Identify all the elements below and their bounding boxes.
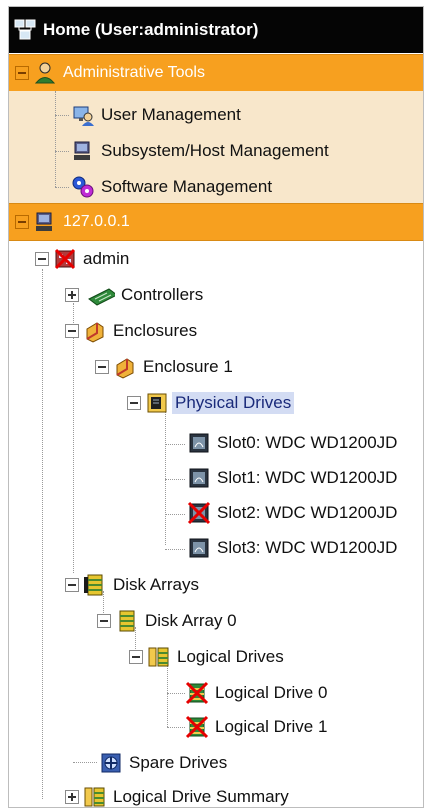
physical-drives-expander[interactable]	[127, 396, 141, 410]
enclosure-icon	[86, 322, 104, 343]
tree-node-logical-drives[interactable]: Logical Drives	[129, 641, 284, 673]
logical-drive-1-label: Logical Drive 1	[215, 717, 328, 736]
enclosure-1-label: Enclosure 1	[143, 357, 233, 376]
tree-node-controllers[interactable]: Controllers	[65, 279, 203, 311]
disk-arrays-label: Disk Arrays	[113, 575, 199, 594]
slot-1-label: Slot1: WDC WD1200JD	[217, 468, 398, 487]
logical-drive-summary-label: Logical Drive Summary	[113, 787, 289, 806]
slot-3-label: Slot3: WDC WD1200JD	[217, 538, 398, 557]
admin-tools-label: Administrative Tools	[63, 64, 205, 81]
host-label: 127.0.0.1	[63, 213, 130, 230]
slot-2-label: Slot2: WDC WD1200JD	[217, 503, 398, 522]
software-management-item[interactable]: Software Management	[71, 171, 272, 203]
admin-tools-bar[interactable]: Administrative Tools	[9, 54, 423, 92]
disk-array-0-expander[interactable]	[97, 614, 111, 628]
user-management-icon	[73, 106, 94, 126]
host-bar[interactable]: 127.0.0.1	[9, 203, 423, 241]
logical-drives-label: Logical Drives	[177, 647, 284, 666]
host-computer-icon	[36, 212, 52, 231]
slot-0-label: Slot0: WDC WD1200JD	[217, 433, 398, 452]
enclosures-label: Enclosures	[113, 321, 198, 340]
controller-board-icon	[88, 288, 115, 306]
tree-node-disk-array-0[interactable]: Disk Array 0	[97, 605, 237, 637]
administrator-user-icon	[34, 62, 56, 84]
subsystem-host-management-label: Subsystem/Host Management	[101, 141, 329, 160]
host-expander[interactable]	[15, 215, 29, 229]
tree-node-enclosures[interactable]: Enclosures	[65, 315, 197, 347]
user-management-label: User Management	[101, 105, 241, 124]
logical-drives-icon	[148, 647, 169, 667]
controllers-label: Controllers	[121, 285, 204, 304]
admin-tools-expander[interactable]	[15, 66, 29, 80]
software-management-label: Software Management	[101, 177, 273, 196]
disk-array-icon	[119, 610, 135, 632]
logical-drive-error-icon	[185, 681, 209, 705]
logical-drive-summary-expander[interactable]	[65, 790, 79, 804]
hard-drive-icon	[189, 433, 209, 453]
tree-node-logical-drive-0[interactable]: Logical Drive 0	[185, 677, 327, 709]
enclosure-1-expander[interactable]	[95, 360, 109, 374]
tree-node-logical-drive-1[interactable]: Logical Drive 1	[185, 711, 327, 743]
admin-tools-panel: User Management Subsystem/Host Managemen…	[9, 91, 423, 203]
hard-drive-icon	[189, 538, 209, 558]
physical-drives-icon	[147, 393, 167, 413]
disk-arrays-expander[interactable]	[65, 578, 79, 592]
disk-array-0-label: Disk Array 0	[145, 611, 237, 630]
hard-drive-error-icon	[187, 501, 211, 525]
tree-node-disk-arrays[interactable]: Disk Arrays	[65, 569, 199, 601]
tree-header-home[interactable]: Home (User:administrator)	[9, 7, 423, 53]
tree-node-slot-3[interactable]: Slot3: WDC WD1200JD	[187, 532, 397, 564]
tree-node-enclosure-1[interactable]: Enclosure 1	[95, 351, 233, 383]
gears-icon	[72, 176, 94, 198]
tree-node-slot-2[interactable]: Slot2: WDC WD1200JD	[187, 497, 397, 529]
logical-drives-expander[interactable]	[129, 650, 143, 664]
spare-drive-icon	[101, 753, 121, 773]
admin-label: admin	[83, 249, 130, 268]
raid-controller-error-icon	[54, 248, 76, 270]
user-management-item[interactable]: User Management	[71, 99, 241, 131]
tree-node-slot-0[interactable]: Slot0: WDC WD1200JD	[187, 427, 397, 459]
tree-node-logical-drive-summary[interactable]: Logical Drive Summary	[65, 781, 289, 807]
physical-drives-label: Physical Drives	[172, 392, 295, 414]
tree-node-slot-1[interactable]: Slot1: WDC WD1200JD	[187, 462, 397, 494]
tree-node-spare-drives[interactable]: Spare Drives	[99, 747, 227, 779]
enclosure-icon	[116, 358, 134, 379]
spare-drives-label: Spare Drives	[129, 753, 228, 772]
computer-host-icon	[74, 141, 90, 160]
home-network-icon	[14, 19, 36, 40]
logical-drive-error-icon	[185, 715, 209, 739]
subsystem-host-management-item[interactable]: Subsystem/Host Management	[71, 135, 329, 167]
disk-array-icon	[84, 574, 103, 596]
header-title: Home (User:administrator)	[43, 20, 259, 39]
hard-drive-icon	[189, 468, 209, 488]
navigation-tree-panel: Home (User:administrator) Administrative…	[8, 6, 424, 808]
tree-node-physical-drives[interactable]: Physical Drives	[127, 387, 295, 419]
logical-drives-icon	[84, 787, 105, 807]
controllers-expander[interactable]	[65, 288, 79, 302]
enclosures-expander[interactable]	[65, 324, 79, 338]
admin-expander[interactable]	[35, 252, 49, 266]
tree-node-admin[interactable]: admin	[35, 243, 129, 275]
logical-drive-0-label: Logical Drive 0	[215, 683, 328, 702]
